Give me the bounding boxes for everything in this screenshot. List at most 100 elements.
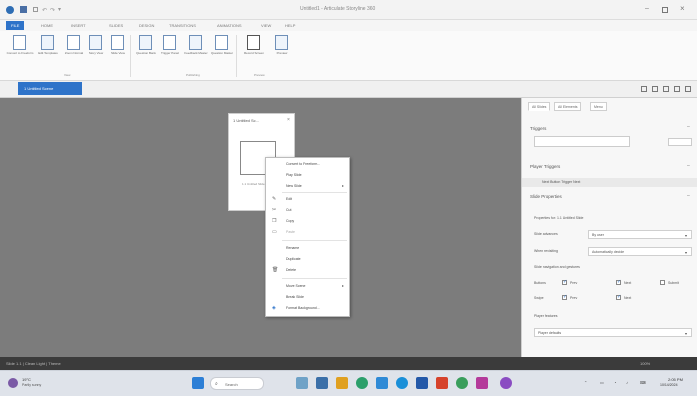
tab-slides[interactable]: SLIDES [104,21,128,30]
weather-app-icon[interactable] [296,377,308,389]
app-icon[interactable] [456,377,468,389]
collapse-icon[interactable]: – [687,124,690,130]
question-master-button[interactable]: Question Master [211,35,233,73]
menu-item-copy[interactable]: ❐ Copy [266,217,349,225]
taskbar-search[interactable]: ⌕ Search [210,377,264,390]
tab-animations[interactable]: ANIMATIONS [212,21,247,30]
swipe-prev-checkbox[interactable] [562,294,567,300]
prev-checkbox[interactable] [562,279,567,285]
zoom-normal-button[interactable]: Zoom Normal [64,35,84,73]
customize-toolbar-icon[interactable]: ▾ [58,6,61,13]
save-icon[interactable] [20,6,27,13]
menu-item-move-scene[interactable]: Move Scene ▸ [266,282,349,290]
tab-view[interactable]: VIEW [256,21,276,30]
tab-insert[interactable]: INSERT [66,21,91,30]
trigger-view-dropdown[interactable] [668,138,692,146]
paste-icon: ▭ [272,229,277,235]
battery-icon[interactable]: ▭ [600,380,604,385]
properties-for-label: Properties for: 1.1 Untitled Slide [534,216,584,220]
tray-chevron-icon[interactable]: ⌃ [584,380,587,385]
volume-icon[interactable]: ♪ [626,380,628,385]
convert-freeform-button[interactable]: Convert to Freeform [7,35,33,73]
grid-view-icon[interactable] [641,86,647,92]
collapse-icon[interactable]: – [687,163,690,169]
close-icon[interactable]: × [287,117,290,123]
trigger-panel-button[interactable]: Trigger Panel [160,35,180,73]
slide-advances-select[interactable]: By user ▾ [588,230,692,239]
keyboard-icon[interactable]: ⌨ [640,380,646,385]
submit-checkbox[interactable] [660,280,665,285]
feedback-master-button[interactable]: Feedback Master [184,35,208,73]
taskbar: 19°C Partly sunny ⌕ Search ⌃ ▭ ◔ ♪ ⌨ 2:0… [0,370,697,396]
zoom-level[interactable]: 100% [640,361,650,366]
triggers-title: Triggers [530,126,547,131]
question-bank-button[interactable]: Question Bank [136,35,156,73]
close-icon[interactable]: × [680,4,685,13]
next-checkbox[interactable] [616,279,621,285]
weather-icon[interactable] [8,378,18,388]
story-view-button[interactable]: Story View [86,35,106,73]
menu-item-format-background[interactable]: ◈ Format Background... [266,304,349,312]
square-view-icon[interactable] [663,86,669,92]
tab-transitions[interactable]: TRANSITIONS [164,21,201,30]
tab-all-elements[interactable]: All Elements [554,102,582,111]
when-revisiting-select[interactable]: Automatically decide ▾ [588,247,692,256]
convert-icon [13,35,26,50]
clock-date[interactable]: 10/14/2024 [660,383,678,387]
player-triggers-title: Player Triggers [530,164,561,169]
swipe-next-checkbox[interactable] [616,294,621,300]
storyline-taskbar-icon[interactable] [436,377,448,389]
outlook-icon[interactable] [416,377,428,389]
quick-access-icon[interactable] [33,7,38,12]
menu-item-paste[interactable]: ▭ Paste [266,228,349,236]
list-view-icon[interactable] [652,86,658,92]
menu-item-play-slide[interactable]: Play Slide [266,171,349,179]
panel-tabs: All Slides All Elements Menu [528,102,693,112]
tab-help[interactable]: HELP [280,21,300,30]
tab-design[interactable]: DESIGN [134,21,159,30]
menu-item-convert-freeform[interactable]: Convert to Freeform... [266,160,349,168]
app-icon-2[interactable] [476,377,488,389]
wifi-icon[interactable]: ◔ [614,380,616,385]
chrome-icon[interactable] [396,377,408,389]
slide-icon [111,35,124,50]
record-screen-button[interactable]: Record Screen [244,35,264,73]
clock-time[interactable]: 2:05 PM [668,377,683,382]
slide-view-button[interactable]: Slide View [108,35,128,73]
tab-menu[interactable]: Menu [590,102,607,111]
swipe-label: Swipe [534,296,544,300]
app-icon-3[interactable] [500,377,512,389]
edge-icon[interactable] [356,377,368,389]
trigger-toolbar[interactable] [534,136,630,147]
tab-file[interactable]: FILE [6,21,25,30]
start-icon[interactable] [192,377,204,389]
store-icon[interactable] [376,377,388,389]
status-bar: Slide 1.1 | Clean Light | Theme 100% [0,357,697,370]
minimize-icon[interactable]: – [645,5,649,12]
menu-item-delete[interactable]: 🗑 Delete [266,266,349,274]
menu-item-rename[interactable]: Rename [266,244,349,252]
file-explorer-icon[interactable] [336,377,348,389]
task-view-icon[interactable] [316,377,328,389]
redo-icon[interactable]: ↷ [50,7,55,14]
menu-item-duplicate[interactable]: Duplicate [266,255,349,263]
menu-item-edit[interactable]: ✎ Edit [266,195,349,203]
tab-all-slides[interactable]: All Slides [528,102,551,111]
tab-home[interactable]: HOME [36,21,58,30]
ribbon-separator [130,35,131,77]
edit-templates-button[interactable]: Edit Templates [38,35,58,73]
menu-item-new-slide[interactable]: New Slide ▸ [266,182,349,190]
menu-item-cut[interactable]: ✂ Cut [266,206,349,214]
edit-icon: ✎ [272,196,277,202]
zoom-fit-icon[interactable] [674,86,680,92]
preview-button[interactable]: Preview [272,35,292,73]
maximize-icon[interactable] [662,7,668,13]
player-features-select[interactable]: Player defaults ▾ [534,328,692,337]
collapse-icon[interactable]: – [687,193,690,199]
scene-tab[interactable]: 1 Untitled Scene [18,82,82,95]
player-trigger-row[interactable]: Next Button Trigger Next [522,178,697,187]
panel-toggle-icon[interactable] [685,86,691,92]
undo-icon[interactable]: ↶ [42,7,47,14]
ribbon-tabs: FILE HOME INSERT SLIDES DESIGN TRANSITIO… [0,20,697,31]
menu-item-break-slide[interactable]: Break Slide [266,293,349,301]
